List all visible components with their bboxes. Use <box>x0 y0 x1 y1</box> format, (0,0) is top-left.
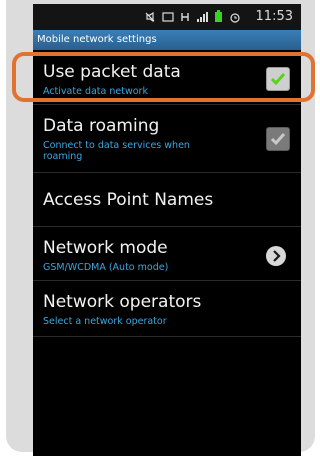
data-h-icon <box>181 12 189 21</box>
divider <box>33 280 301 281</box>
setting-subtitle: Select a network operator <box>43 316 167 327</box>
setting-data-roaming[interactable]: Data roaming Connect to data services wh… <box>33 112 301 164</box>
highlight-annotation <box>12 52 315 102</box>
status-time: 11:53 <box>255 9 293 24</box>
setting-title: Network mode <box>43 238 168 258</box>
page-title: Mobile network settings <box>33 30 301 50</box>
setting-network-mode[interactable]: Network mode GSM/WCDMA (Auto mode) <box>33 234 301 280</box>
battery-icon <box>215 10 222 22</box>
status-bar: 11:53 <box>33 4 301 30</box>
setting-title: Access Point Names <box>43 190 214 210</box>
data-roaming-checkbox[interactable] <box>266 127 290 151</box>
alarm-icon <box>230 12 240 23</box>
divider <box>33 172 301 173</box>
divider <box>33 104 301 105</box>
network-mode-chevron-button[interactable] <box>266 246 286 266</box>
silent-icon <box>145 11 155 22</box>
screenshot-icon <box>162 11 174 22</box>
chevron-right-icon <box>273 250 281 262</box>
setting-title: Network operators <box>43 292 202 312</box>
divider <box>33 226 301 227</box>
divider <box>33 336 301 337</box>
setting-access-point-names[interactable]: Access Point Names <box>33 186 301 222</box>
status-icons <box>144 10 241 23</box>
setting-subtitle: GSM/WCDMA (Auto mode) <box>43 262 169 273</box>
signal-icon <box>197 11 208 22</box>
setting-network-operators[interactable]: Network operators Select a network opera… <box>33 288 301 334</box>
setting-title: Data roaming <box>43 116 160 136</box>
setting-subtitle: Connect to data services when roaming <box>43 140 190 162</box>
checkmark-icon <box>270 133 286 146</box>
